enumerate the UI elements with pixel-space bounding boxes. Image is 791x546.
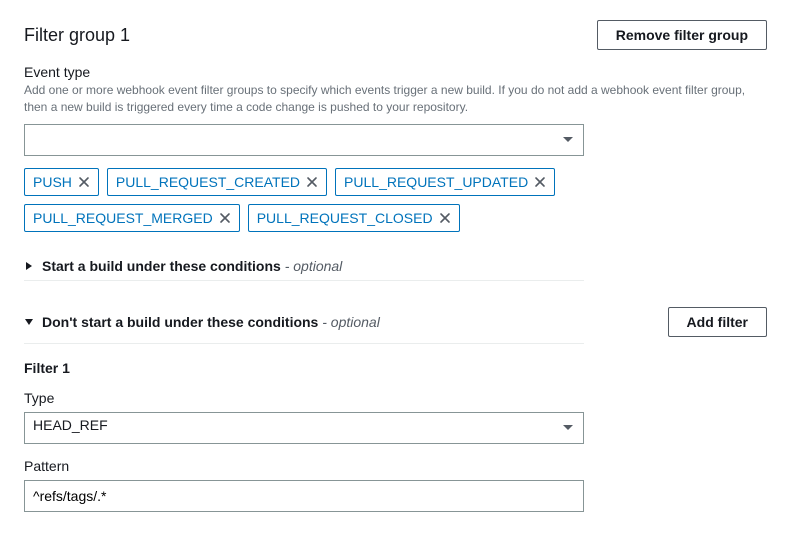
tag-label: PULL_REQUEST_UPDATED (344, 174, 528, 190)
filter-type-select-value[interactable]: HEAD_REF (24, 412, 584, 444)
tag-label: PULL_REQUEST_CLOSED (257, 210, 433, 226)
close-icon[interactable] (534, 176, 546, 188)
tag-label: PULL_REQUEST_CREATED (116, 174, 300, 190)
remove-filter-group-button[interactable]: Remove filter group (597, 20, 767, 50)
caret-right-icon (24, 261, 34, 271)
start-build-title: Start a build under these conditions - o… (42, 258, 342, 274)
filter-1-title: Filter 1 (24, 360, 767, 376)
event-type-select-value[interactable] (24, 124, 584, 156)
divider (24, 280, 584, 281)
event-type-description: Add one or more webhook event filter gro… (24, 82, 764, 116)
filter-type-label: Type (24, 390, 767, 406)
dont-start-build-section-toggle[interactable]: Don't start a build under these conditio… (24, 314, 380, 330)
event-type-tag: PUSH (24, 168, 99, 196)
event-type-label: Event type (24, 64, 767, 80)
filter-group-title: Filter group 1 (24, 25, 130, 46)
event-type-tag: PULL_REQUEST_CLOSED (248, 204, 460, 232)
close-icon[interactable] (439, 212, 451, 224)
close-icon[interactable] (78, 176, 90, 188)
filter-type-select[interactable]: HEAD_REF (24, 412, 584, 444)
dont-start-build-title: Don't start a build under these conditio… (42, 314, 380, 330)
close-icon[interactable] (219, 212, 231, 224)
event-type-tag: PULL_REQUEST_CREATED (107, 168, 327, 196)
event-type-tag: PULL_REQUEST_UPDATED (335, 168, 555, 196)
filter-pattern-label: Pattern (24, 458, 767, 474)
filter-pattern-input[interactable] (24, 480, 584, 512)
caret-down-icon (24, 317, 34, 327)
event-type-tag: PULL_REQUEST_MERGED (24, 204, 240, 232)
tag-label: PULL_REQUEST_MERGED (33, 210, 213, 226)
add-filter-button[interactable]: Add filter (668, 307, 767, 337)
divider (24, 343, 584, 344)
tag-label: PUSH (33, 174, 72, 190)
event-type-select[interactable] (24, 124, 584, 156)
start-build-section-toggle[interactable]: Start a build under these conditions - o… (24, 258, 767, 274)
close-icon[interactable] (306, 176, 318, 188)
event-type-tags: PUSH PULL_REQUEST_CREATED PULL_REQUEST_UPD… (24, 168, 584, 232)
